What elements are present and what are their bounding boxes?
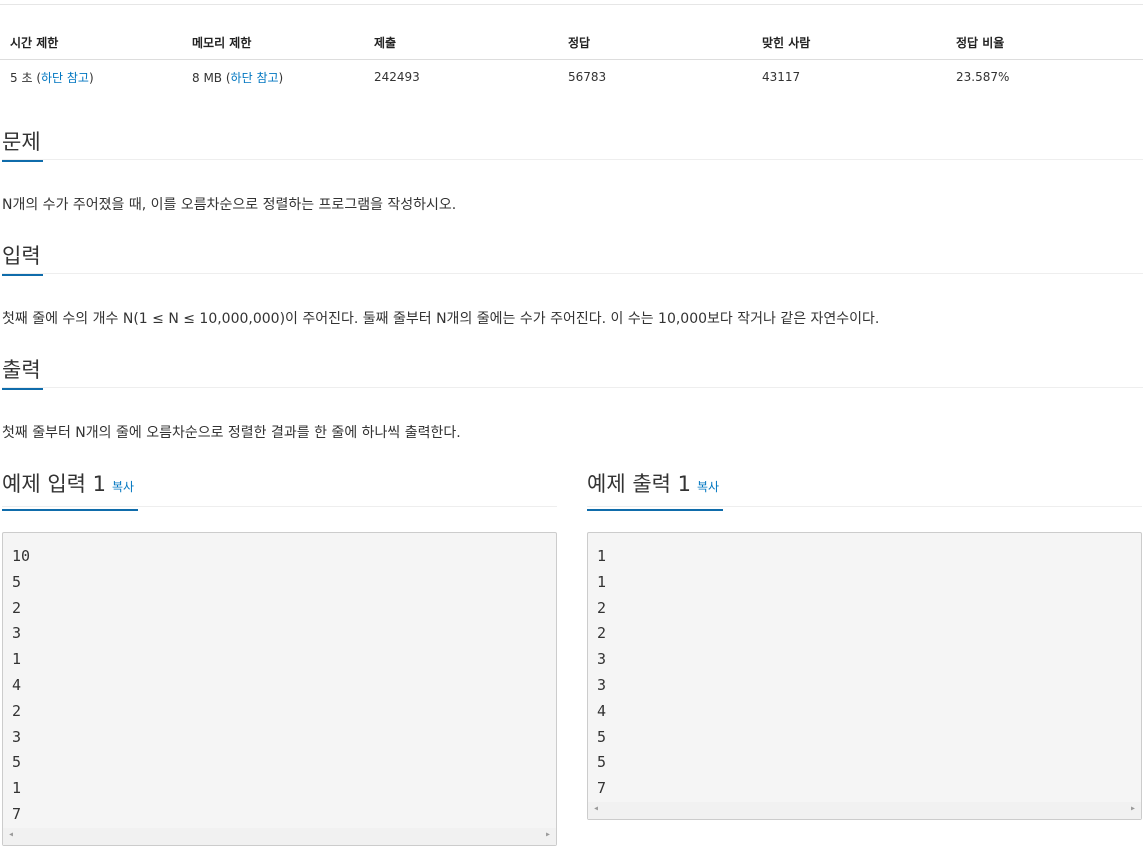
copy-sample-output-button[interactable]: 복사 [697, 480, 719, 494]
sample-output-panel: 예제 출력 1 복사 1 1 2 2 3 3 4 5 5 7 ◂ ▸ [587, 468, 1142, 820]
time-limit-value: 5 초 [10, 70, 37, 85]
sample-input-horizontal-scrollbar[interactable]: ◂ ▸ [3, 827, 556, 845]
stats-value-row: 5 초 (하단 참고) 8 MB (하단 참고) 242493 56783 43… [0, 60, 1143, 95]
problem-stats-table: 시간 제한 메모리 제한 제출 정답 맞힌 사람 정답 비율 5 초 (하단 참… [0, 25, 1143, 94]
sample-input-line: 3 [12, 624, 22, 643]
sample-input-title-wrap: 예제 입력 1 복사 [2, 468, 139, 511]
sample-output-box[interactable]: 1 1 2 2 3 3 4 5 5 7 ◂ ▸ [587, 532, 1142, 820]
submissions-value: 242493 [374, 70, 420, 84]
sample-input-line: 5 [12, 753, 22, 772]
sample-output-horizontal-scrollbar[interactable]: ◂ ▸ [588, 801, 1141, 819]
sample-output-line: 1 [597, 547, 607, 565]
sample-output-line: 4 [597, 701, 607, 720]
memory-limit-cell: 8 MB (하단 참고) [182, 60, 364, 95]
scroll-right-arrow-icon[interactable]: ▸ [545, 829, 551, 840]
sample-input-line: 10 [12, 547, 31, 565]
output-title: 출력 [2, 355, 43, 390]
sample-output-heading: 예제 출력 1 복사 [587, 468, 1142, 511]
header-memory-limit: 메모리 제한 [182, 25, 364, 60]
problem-divider [2, 159, 1143, 160]
header-submissions: 제출 [364, 25, 558, 60]
input-heading: 입력 [2, 241, 1143, 276]
memory-note-close: ) [278, 70, 284, 85]
copy-sample-input-button[interactable]: 복사 [112, 480, 134, 494]
sample-input-line: 5 [12, 572, 22, 591]
sample-input-line: 1 [12, 650, 22, 669]
output-section: 출력 첫째 줄부터 N개의 줄에 오름차순으로 정렬한 결과를 한 줄에 하나씩… [2, 355, 1143, 441]
problem-section: 문제 N개의 수가 주어졌을 때, 이를 오름차순으로 정렬하는 프로그램을 작… [2, 127, 1143, 213]
sample-input-line: 2 [12, 701, 22, 720]
sample-output-line: 3 [597, 650, 607, 669]
output-description: 첫째 줄부터 N개의 줄에 오름차순으로 정렬한 결과를 한 줄에 하나씩 출력… [2, 425, 461, 441]
header-ratio: 정답 비율 [946, 25, 1143, 60]
sample-output-line: 2 [597, 598, 607, 617]
header-accepted: 정답 [558, 25, 752, 60]
sample-input-line: 4 [12, 675, 22, 694]
sample-output-title-wrap: 예제 출력 1 복사 [587, 468, 724, 511]
sample-output-line: 5 [597, 753, 607, 772]
output-heading: 출력 [2, 355, 1143, 390]
sample-output-lines: 1 1 2 2 3 3 4 5 5 7 [588, 533, 1141, 802]
time-limit-cell: 5 초 (하단 참고) [0, 60, 182, 95]
sample-input-box[interactable]: 10 5 2 3 1 4 2 3 5 1 7 ◂ ▸ [2, 532, 557, 846]
sample-output-line: 1 [597, 572, 607, 591]
sample-output-title: 예제 출력 1 [587, 472, 691, 496]
header-solvers: 맞힌 사람 [752, 25, 946, 60]
sample-output-line: 3 [597, 675, 607, 694]
sample-input-line: 1 [12, 779, 22, 798]
problem-description: N개의 수가 주어졌을 때, 이를 오름차순으로 정렬하는 프로그램을 작성하시… [2, 197, 457, 213]
input-description: 첫째 줄에 수의 개수 N(1 ≤ N ≤ 10,000,000)이 주어진다.… [2, 311, 880, 327]
solvers-value: 43117 [762, 70, 801, 84]
header-time-limit: 시간 제한 [0, 25, 182, 60]
input-title: 입력 [2, 241, 43, 276]
top-divider [0, 4, 1143, 5]
scroll-right-arrow-icon[interactable]: ▸ [1130, 803, 1136, 814]
time-limit-note-link[interactable]: 하단 참고 [41, 71, 89, 85]
sample-input-panel: 예제 입력 1 복사 10 5 2 3 1 4 2 3 5 1 7 ◂ ▸ [2, 468, 557, 846]
sample-input-title: 예제 입력 1 [2, 472, 106, 496]
sample-output-divider [587, 506, 1142, 507]
ratio-value: 23.587% [956, 70, 1010, 84]
problem-title: 문제 [2, 127, 43, 162]
sample-input-line: 7 [12, 804, 22, 823]
accepted-value: 56783 [568, 70, 607, 84]
scroll-left-arrow-icon[interactable]: ◂ [593, 803, 599, 814]
input-divider [2, 273, 1143, 274]
sample-output-line: 2 [597, 624, 607, 643]
sample-input-lines: 10 5 2 3 1 4 2 3 5 1 7 [3, 533, 556, 828]
output-divider [2, 387, 1143, 388]
sample-input-line: 3 [12, 727, 22, 746]
sample-input-line: 2 [12, 598, 22, 617]
problem-heading: 문제 [2, 127, 1143, 162]
stats-header-row: 시간 제한 메모리 제한 제출 정답 맞힌 사람 정답 비율 [0, 25, 1143, 60]
memory-limit-value: 8 MB [192, 70, 226, 85]
sample-input-divider [2, 506, 557, 507]
sample-output-line: 7 [597, 779, 607, 798]
sample-output-line: 5 [597, 727, 607, 746]
sample-input-heading: 예제 입력 1 복사 [2, 468, 557, 511]
memory-limit-note-link[interactable]: 하단 참고 [231, 71, 279, 85]
time-note-close: ) [88, 70, 94, 85]
scroll-left-arrow-icon[interactable]: ◂ [8, 829, 14, 840]
input-section: 입력 첫째 줄에 수의 개수 N(1 ≤ N ≤ 10,000,000)이 주어… [2, 241, 1143, 327]
